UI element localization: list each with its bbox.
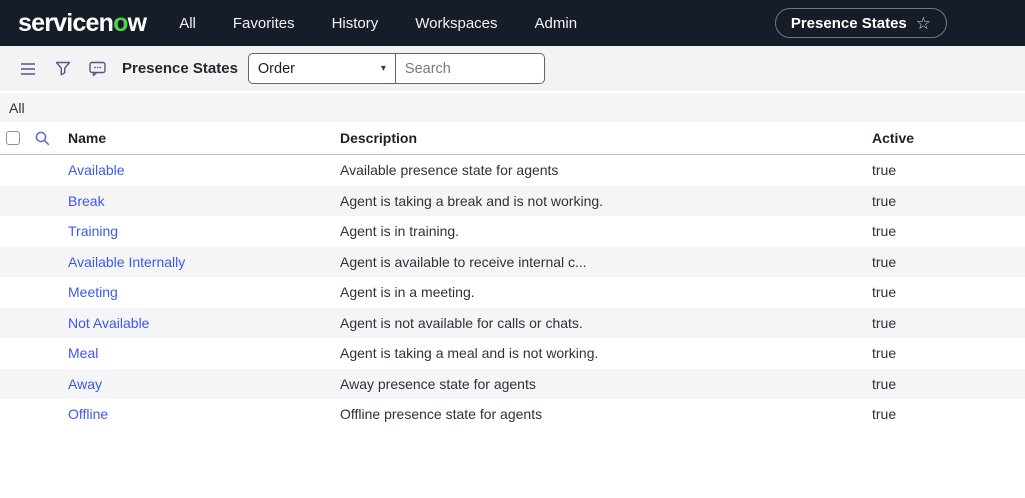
row-description: Agent is in a meeting.: [340, 284, 475, 301]
row-gutter: [0, 216, 68, 247]
row-gutter: [0, 186, 68, 217]
logo-green-o-icon: o: [113, 8, 128, 37]
row-description: Agent is available to receive internal c…: [340, 253, 587, 270]
row-gutter: [0, 155, 68, 186]
row-gutter: [0, 308, 68, 339]
row-description: Agent is taking a break and is not worki…: [340, 192, 604, 209]
table-header-row: Name Description Active: [0, 122, 1025, 155]
nav-item-workspaces[interactable]: Workspaces: [415, 15, 497, 32]
row-description: Offline presence state for agents: [340, 406, 543, 423]
favorite-star-icon[interactable]: ☆: [916, 15, 931, 32]
row-name-link[interactable]: Available Internally: [68, 254, 185, 270]
row-description: Away presence state for agents: [340, 375, 536, 392]
row-name-cell: Meal: [68, 345, 340, 361]
row-active-value: true: [872, 314, 897, 331]
row-name-cell: Not Available: [68, 315, 340, 331]
comments-icon[interactable]: [80, 61, 115, 77]
row-active-value: true: [872, 375, 897, 392]
nav-item-admin[interactable]: Admin: [535, 15, 578, 32]
row-name-link[interactable]: Training: [68, 223, 118, 239]
row-name-link[interactable]: Available: [68, 162, 125, 178]
nav-item-all[interactable]: All: [179, 15, 196, 32]
row-name-cell: Offline: [68, 406, 340, 422]
filter-icon[interactable]: [45, 61, 80, 76]
nav-item-favorites[interactable]: Favorites: [233, 15, 295, 32]
pill-label: Presence States: [790, 14, 907, 32]
row-gutter: [0, 399, 68, 430]
row-name-link[interactable]: Away: [68, 376, 102, 392]
presence-states-pill-button[interactable]: Presence States ☆: [774, 8, 947, 38]
servicenow-logo[interactable]: servicenow: [18, 8, 147, 38]
list-search-input[interactable]: [395, 53, 545, 84]
row-name-cell: Training: [68, 223, 340, 239]
column-search-icon[interactable]: [34, 130, 51, 147]
table-row: Offline Offline presence state for agents…: [0, 399, 1025, 430]
row-description: Agent is not available for calls or chat…: [340, 314, 583, 331]
row-name-cell: Away: [68, 376, 340, 392]
logo-text: servicen: [18, 8, 114, 37]
table-row: Meal Agent is taking a meal and is not wo…: [0, 338, 1025, 369]
search-combo: Order ▾: [247, 53, 545, 84]
row-description: Agent is in training.: [340, 223, 460, 240]
column-header-active[interactable]: Active: [872, 130, 1025, 146]
row-name-link[interactable]: Meeting: [68, 284, 118, 300]
nav-item-history[interactable]: History: [332, 15, 379, 32]
row-active-value: true: [872, 406, 897, 423]
row-active-value: true: [872, 192, 897, 209]
table-row: Training Agent is in training. true: [0, 216, 1025, 247]
breadcrumb: All: [0, 93, 1025, 122]
table-row: Meeting Agent is in a meeting. true: [0, 277, 1025, 308]
row-description: Agent is taking a meal and is not workin…: [340, 345, 599, 362]
list-title: Presence States: [122, 60, 238, 77]
row-gutter: [0, 277, 68, 308]
select-all-checkbox[interactable]: [6, 131, 20, 145]
search-field-select[interactable]: Order ▾: [247, 53, 396, 84]
row-active-value: true: [872, 253, 897, 270]
list-menu-icon[interactable]: [10, 62, 45, 76]
table-row: Break Agent is taking a break and is not …: [0, 185, 1025, 217]
breadcrumb-all[interactable]: All: [9, 100, 25, 116]
logo-text-end: w: [127, 8, 147, 37]
row-gutter: [0, 247, 68, 278]
row-name-link[interactable]: Break: [68, 193, 105, 209]
column-header-description[interactable]: Description: [340, 130, 872, 146]
row-gutter: [0, 369, 68, 400]
table-body: Available Available presence state for ag…: [0, 155, 1025, 430]
row-name-link[interactable]: Meal: [68, 345, 98, 361]
row-active-value: true: [872, 223, 897, 240]
row-active-value: true: [872, 162, 897, 179]
row-name-cell: Available Internally: [68, 254, 340, 270]
row-active-value: true: [872, 284, 897, 301]
top-navbar: servicenow All Favorites History Workspa…: [0, 0, 1025, 46]
row-name-link[interactable]: Offline: [68, 406, 108, 422]
row-name-cell: Meeting: [68, 284, 340, 300]
list-toolbar: Presence States Order ▾: [0, 46, 1025, 93]
table-row: Available Internally Agent is available t…: [0, 246, 1025, 278]
row-name-cell: Break: [68, 193, 340, 209]
table-row: Available Available presence state for ag…: [0, 155, 1025, 186]
table-header-gutter: [0, 122, 68, 154]
table-row: Not Available Agent is not available for …: [0, 307, 1025, 339]
row-name-cell: Available: [68, 162, 340, 178]
column-header-name[interactable]: Name: [68, 130, 340, 146]
presence-states-table: Name Description Active Available Availab…: [0, 122, 1025, 430]
row-gutter: [0, 338, 68, 369]
row-active-value: true: [872, 345, 897, 362]
chevron-down-icon: ▾: [380, 63, 386, 74]
main-nav: All Favorites History Workspaces Admin: [179, 15, 577, 32]
search-field-select-value: Order: [257, 60, 295, 77]
row-name-link[interactable]: Not Available: [68, 315, 149, 331]
row-description: Available presence state for agents: [340, 162, 559, 179]
table-row: Away Away presence state for agents true: [0, 368, 1025, 400]
